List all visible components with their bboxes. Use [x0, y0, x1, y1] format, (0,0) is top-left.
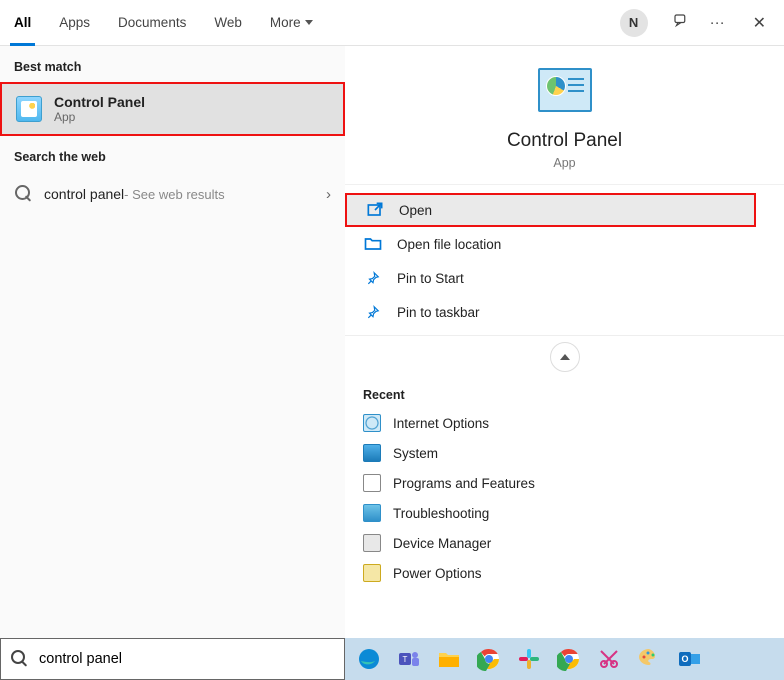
user-avatar[interactable]: N [620, 9, 648, 37]
recent-item-label: Troubleshooting [393, 506, 489, 521]
chevron-down-icon [305, 20, 313, 25]
recent-item-device-manager[interactable]: Device Manager [345, 528, 784, 558]
action-open-label: Open [399, 203, 432, 218]
divider [345, 335, 784, 336]
taskbar-snip-icon[interactable] [591, 641, 627, 677]
search-web-label: Search the web [0, 136, 345, 172]
tab-apps[interactable]: Apps [45, 0, 104, 46]
recent-item-programs[interactable]: Programs and Features [345, 468, 784, 498]
recent-label: Recent [345, 378, 784, 408]
tab-documents[interactable]: Documents [104, 0, 200, 46]
tab-web[interactable]: Web [200, 0, 256, 46]
tab-all[interactable]: All [0, 0, 45, 46]
svg-text:O: O [681, 654, 688, 664]
tab-more[interactable]: More [256, 0, 327, 46]
action-pin-to-taskbar[interactable]: Pin to taskbar [345, 295, 784, 329]
control-panel-large-icon [538, 68, 592, 112]
recent-item-label: Internet Options [393, 416, 489, 431]
svg-text:T: T [403, 655, 408, 664]
action-pin-to-start[interactable]: Pin to Start [345, 261, 784, 295]
results-column: Best match Control Panel App Search the … [0, 46, 345, 638]
device-manager-icon [363, 534, 381, 552]
folder-icon [363, 234, 383, 254]
action-open-loc-label: Open file location [397, 237, 501, 252]
web-query-hint: - See web results [124, 187, 224, 202]
search-body: Best match Control Panel App Search the … [0, 46, 784, 638]
search-icon [11, 650, 29, 668]
best-match-title: Control Panel [54, 94, 145, 110]
system-icon [363, 444, 381, 462]
pin-icon [363, 271, 383, 285]
recent-item-label: Programs and Features [393, 476, 535, 491]
action-open-file-location[interactable]: Open file location [345, 227, 784, 261]
recent-item-power-options[interactable]: Power Options [345, 558, 784, 588]
best-match-text: Control Panel App [54, 94, 145, 124]
best-match-sub: App [54, 110, 145, 124]
pin-icon [363, 305, 383, 319]
recent-item-system[interactable]: System [345, 438, 784, 468]
search-web-item[interactable]: control panel - See web results › [0, 172, 345, 216]
search-input[interactable] [39, 651, 334, 667]
control-panel-icon [16, 96, 42, 122]
taskbar-edge-icon[interactable] [351, 641, 387, 677]
detail-pane: Control Panel App Open Open file locatio… [345, 46, 784, 638]
action-open[interactable]: Open [345, 193, 756, 227]
action-pin-taskbar-label: Pin to taskbar [397, 305, 480, 320]
taskbar-chrome-icon[interactable] [471, 641, 507, 677]
close-button[interactable]: ✕ [735, 13, 784, 33]
best-match-label: Best match [0, 46, 345, 82]
taskbar-paint-icon[interactable] [631, 641, 667, 677]
power-icon [363, 564, 381, 582]
taskbar: T O [345, 638, 784, 680]
taskbar-chrome2-icon[interactable] [551, 641, 587, 677]
windows-search-panel: All Apps Documents Web More N ··· ✕ Best… [0, 0, 784, 680]
taskbar-teams-icon[interactable]: T [391, 641, 427, 677]
chevron-up-icon [560, 354, 570, 360]
tab-more-label: More [270, 15, 301, 30]
taskbar-slack-icon[interactable] [511, 641, 547, 677]
search-filter-tabs: All Apps Documents Web More N ··· ✕ [0, 0, 784, 46]
open-icon [365, 200, 385, 220]
action-pin-start-label: Pin to Start [397, 271, 464, 286]
chevron-right-icon: › [326, 186, 331, 203]
recent-item-label: Power Options [393, 566, 482, 581]
recent-item-troubleshooting[interactable]: Troubleshooting [345, 498, 784, 528]
recent-item-internet-options[interactable]: Internet Options [345, 408, 784, 438]
web-query-text: control panel [44, 186, 124, 202]
troubleshooting-icon [363, 504, 381, 522]
detail-subtype: App [345, 156, 784, 170]
detail-header: Control Panel App [345, 46, 784, 185]
taskbar-outlook-icon[interactable]: O [671, 641, 707, 677]
recent-item-label: Device Manager [393, 536, 491, 551]
search-icon [14, 184, 34, 204]
globe-icon [363, 414, 381, 432]
taskbar-file-explorer-icon[interactable] [431, 641, 467, 677]
detail-actions: Open Open file location Pin to Start [345, 185, 784, 329]
detail-title: Control Panel [345, 130, 784, 152]
search-bar[interactable] [0, 638, 345, 680]
programs-icon [363, 474, 381, 492]
expand-toggle[interactable] [550, 342, 580, 372]
feedback-icon[interactable] [662, 12, 700, 34]
best-match-item[interactable]: Control Panel App [0, 82, 345, 136]
recent-item-label: System [393, 446, 438, 461]
more-options-icon[interactable]: ··· [700, 14, 735, 31]
